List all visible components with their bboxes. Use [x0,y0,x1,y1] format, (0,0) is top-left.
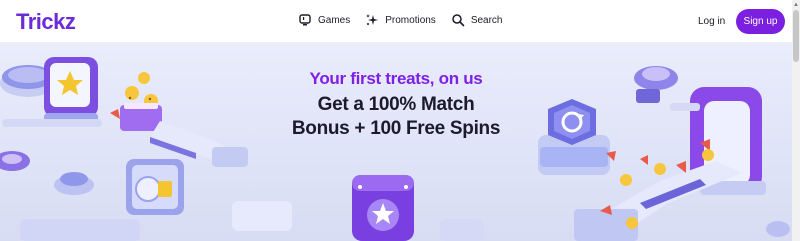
signup-button[interactable]: Sign up [736,9,785,34]
hero-headline-line1: Get a 100% Match [317,94,475,115]
hero-copy: Your first treats, on us Get a 100% Matc… [0,69,792,141]
login-link[interactable]: Log in [698,16,725,27]
nav-search[interactable]: Search [451,13,503,27]
gamepad-icon [299,14,311,26]
scroll-thumb[interactable] [793,10,799,62]
nav-search-label: Search [470,14,503,26]
nav-games[interactable]: Games [298,13,350,27]
nav-promotions[interactable]: Promotions [365,13,436,27]
hero-headline-line2: Bonus + 100 Free Spins [291,118,501,139]
nav-promotions-label: Promotions [385,14,436,26]
sparkle-icon [366,14,379,25]
scroll-up-arrow-icon[interactable]: ▲ [793,2,799,8]
search-icon [452,14,465,27]
hero-banner[interactable]: Your first treats, on us Get a 100% Matc… [0,43,792,241]
safe-prop [126,159,184,215]
trickz-logo[interactable]: Trickz [16,9,76,35]
hero-tagline: Your first treats, on us [309,69,483,88]
nav-games-label: Games [318,14,351,26]
page-scrollbar[interactable]: ▲ [792,0,800,241]
main-nav: Games Promotions Search [298,13,518,27]
site-header: Trickz Games Promotions Search Log in Si… [0,0,792,43]
star-cube-prop [352,175,414,241]
